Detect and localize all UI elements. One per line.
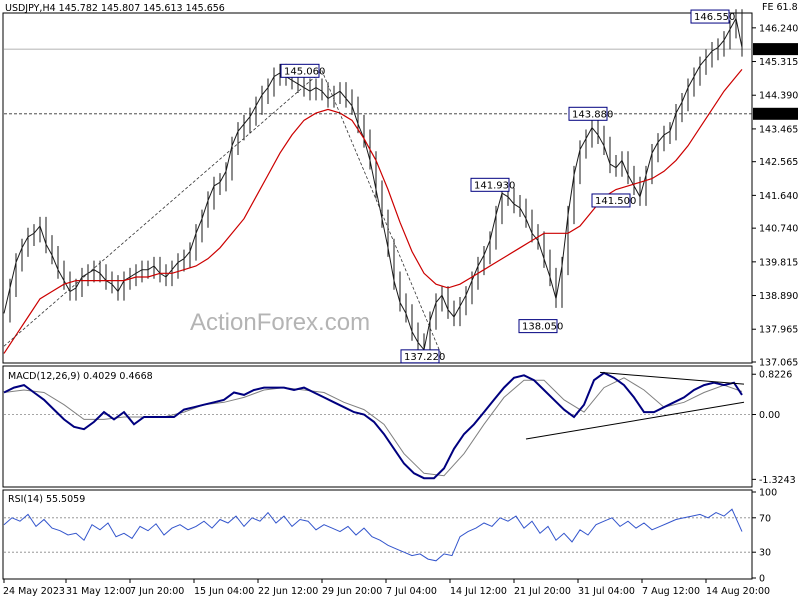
price-callout-label: 137.220 — [404, 352, 445, 363]
macd-lines — [3, 371, 745, 480]
macd-tick-label: 0.8226 — [759, 370, 792, 381]
macd-lower-trendline — [525, 401, 745, 440]
time-tick-label: 7 Jun 20:00 — [130, 586, 184, 597]
price-tick-label: 146.240 — [759, 23, 798, 34]
price-tick-label: 141.640 — [759, 191, 798, 202]
time-axis: 24 May 2023 31 May 12:007 Jun 20:00 15 Jun… — [3, 579, 770, 597]
time-tick-label: 31 Jul 04:00 — [578, 586, 635, 597]
rsi-tick-label: 70 — [759, 513, 771, 524]
price-tick-label: 137.965 — [759, 325, 798, 336]
fe-label: FE 61.8 — [762, 2, 798, 13]
price-callout-label: 138.050 — [522, 322, 563, 333]
watermark: ActionForex.com — [190, 309, 370, 336]
price-axis: 146.240 145.315 144.390 143.465 142.565 141.6… — [752, 23, 798, 369]
time-tick-label: 21 Jul 20:00 — [514, 586, 571, 597]
rsi-tick-label: 0 — [759, 574, 765, 585]
rsi-tick-label: 100 — [759, 488, 777, 499]
price-lines — [3, 9, 743, 359]
macd-line — [3, 371, 743, 480]
rsi-title: RSI(14) 55.5059 — [8, 494, 85, 505]
time-tick-label: 15 Jun 04:00 — [194, 586, 254, 597]
time-tick-label: 22 Jun 12:00 — [258, 586, 318, 597]
price-callout-label: 145.060 — [284, 66, 325, 77]
price-tick-label: 145.315 — [759, 57, 798, 68]
price-tick-label: 138.890 — [759, 291, 798, 302]
price-grid — [4, 48, 752, 115]
price-tick-label: 140.740 — [759, 224, 798, 235]
price-series-line — [3, 16, 743, 351]
rsi-panel-frame — [2, 489, 753, 580]
macd-axis: 0.8226 0.00 -1.3243 — [4, 370, 796, 486]
chart-window: ActionForex.com 146.240 145.315 144.390 143… — [0, 0, 800, 600]
macd-signal-line — [3, 377, 743, 477]
macd-tick-label: 0.00 — [759, 410, 780, 421]
price-callout-label: 146.550 — [694, 12, 735, 23]
price-tick-label: 143.465 — [759, 124, 798, 135]
rsi-lines — [3, 508, 743, 562]
time-tick-label: 7 Aug 12:00 — [642, 586, 700, 597]
time-tick-label: 14 Jul 12:00 — [450, 586, 507, 597]
time-tick-label: 29 Jun 20:00 — [322, 586, 382, 597]
price-tick-label: 144.390 — [759, 91, 798, 102]
time-tick-label: 14 Aug 20:00 — [706, 586, 770, 597]
rsi-line — [3, 508, 743, 562]
price-tick-label: 139.815 — [759, 257, 798, 268]
rsi-axis: 100 70 30 0 — [4, 488, 777, 585]
price-callout-label: 141.500 — [595, 196, 636, 207]
price-label-value: 143.880 — [758, 109, 797, 120]
price-label-value: 145.656 — [758, 45, 797, 56]
price-tick-label: 142.565 — [759, 157, 798, 168]
time-tick-label: 31 May 12:00 — [66, 586, 131, 597]
price-callout-label: 143.880 — [572, 109, 613, 120]
macd-title: MACD(12,26,9) 0.4029 0.4668 — [8, 371, 153, 382]
price-tick-label: 137.065 — [759, 358, 798, 369]
time-tick-label: 24 May 2023 — [3, 586, 65, 597]
rsi-tick-label: 30 — [759, 548, 771, 559]
price-callout-label: 141.930 — [474, 180, 515, 191]
time-tick-label: 7 Jul 04:00 — [386, 586, 437, 597]
chart-canvas: ActionForex.com 146.240 145.315 144.390 143… — [2, 2, 798, 597]
moving-average-line — [3, 69, 743, 354]
macd-tick-label: -1.3243 — [759, 475, 796, 486]
chart-title: USDJPY,H4 145.782 145.807 145.613 145.65… — [5, 3, 225, 14]
